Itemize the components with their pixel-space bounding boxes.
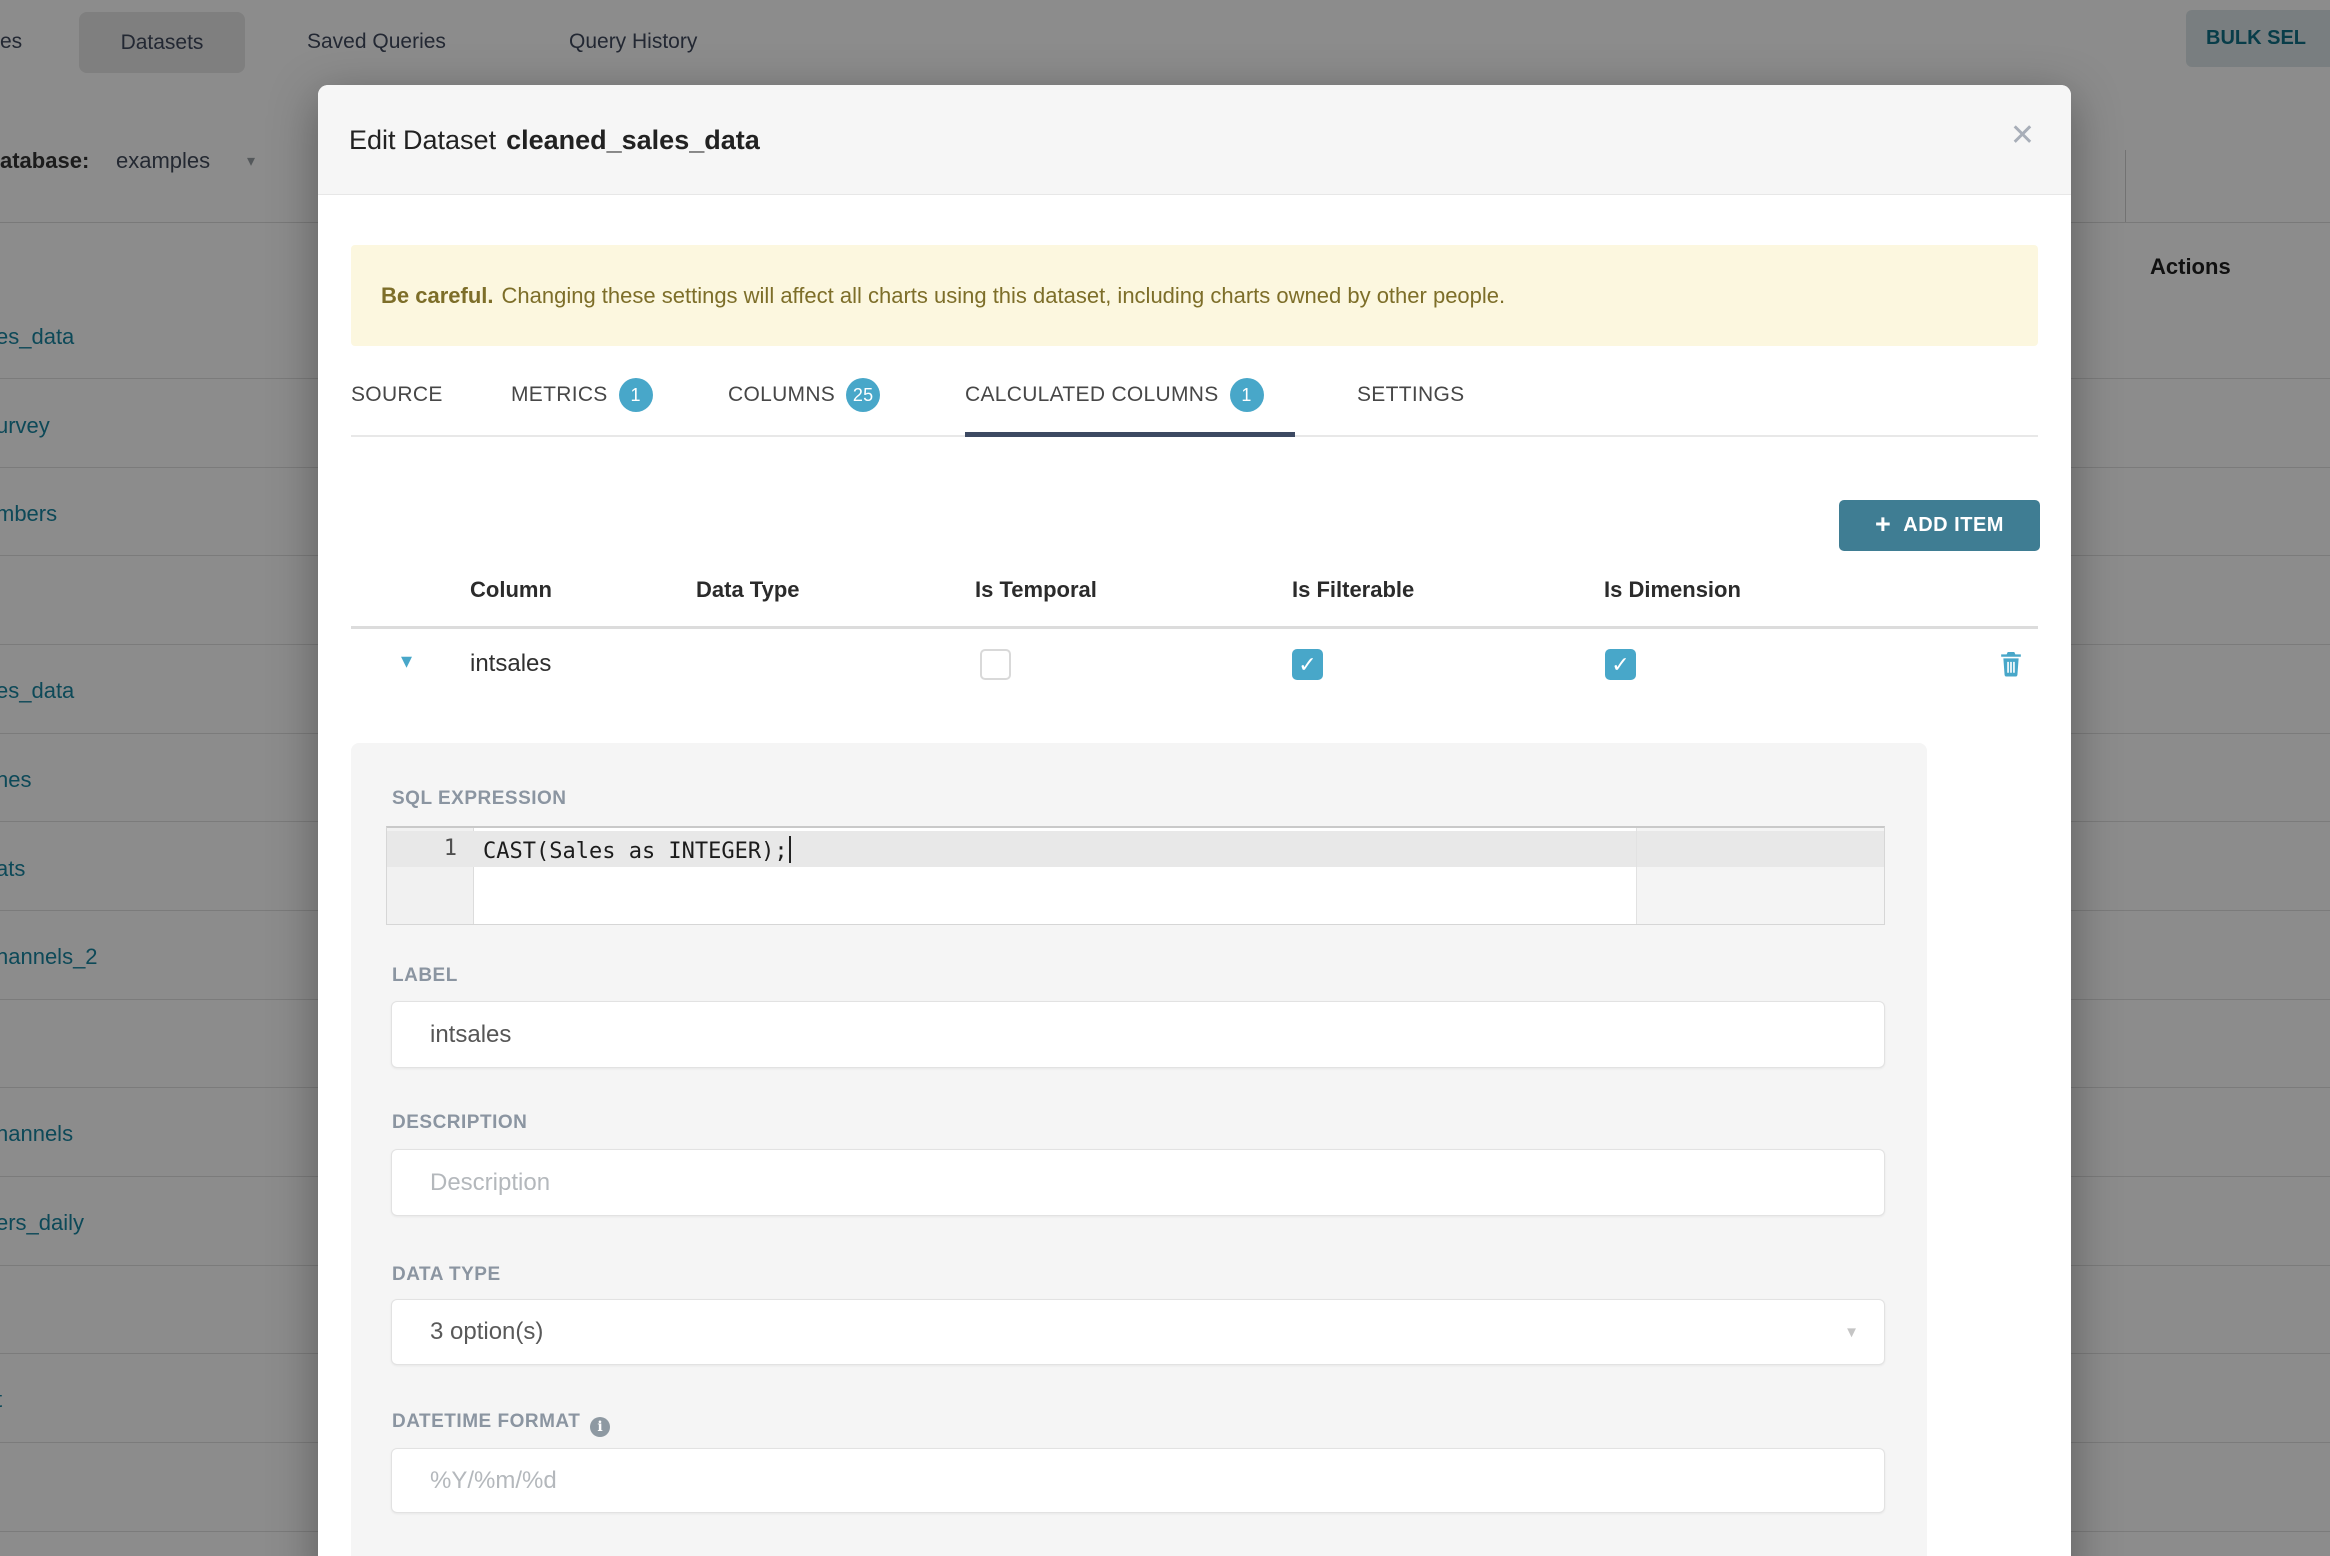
label-input[interactable] bbox=[391, 1001, 1885, 1068]
tab-source[interactable]: SOURCE bbox=[351, 355, 443, 435]
modal-title-dataset-name: cleaned_sales_data bbox=[506, 124, 760, 155]
header-is-dimension: Is Dimension bbox=[1604, 577, 1741, 602]
warning-text: Changing these settings will affect all … bbox=[501, 282, 1506, 308]
is-filterable-checkbox[interactable]: ✓ bbox=[1292, 649, 1323, 680]
data-type-section-label: DATA TYPE bbox=[392, 1264, 501, 1285]
header-column: Column bbox=[470, 577, 552, 602]
data-type-select[interactable]: 3 option(s) ▼ bbox=[391, 1299, 1885, 1365]
calculated-columns-count-badge: 1 bbox=[1229, 378, 1264, 412]
description-section-label: DESCRIPTION bbox=[392, 1112, 528, 1133]
datetime-format-section-label: DATETIME FORMAT i bbox=[392, 1411, 611, 1437]
header-data-type: Data Type bbox=[696, 577, 800, 602]
columns-count-badge: 25 bbox=[846, 378, 881, 412]
modal-tabs: SOURCE METRICS 1 COLUMNS 25 CALCULATED C… bbox=[351, 355, 2038, 437]
sql-expression-editor[interactable]: 1 CAST(Sales as INTEGER); bbox=[386, 826, 1885, 925]
tab-calculated-columns[interactable]: CALCULATED COLUMNS 1 bbox=[965, 355, 1264, 435]
column-name: intsales bbox=[470, 650, 552, 677]
active-tab-underline bbox=[965, 432, 1295, 437]
header-is-temporal: Is Temporal bbox=[975, 577, 1097, 602]
label-section-label: LABEL bbox=[392, 965, 458, 986]
table-row: ▾ intsales ✓ ✓ bbox=[351, 632, 2038, 700]
close-icon[interactable]: ✕ bbox=[2010, 121, 2035, 151]
modal-header: Edit Dataset cleaned_sales_data ✕ bbox=[318, 85, 2071, 195]
add-item-button[interactable]: + ADD ITEM bbox=[1839, 500, 2040, 551]
edit-dataset-modal: Edit Dataset cleaned_sales_data ✕ Be car… bbox=[318, 85, 2071, 1556]
is-temporal-checkbox[interactable] bbox=[980, 649, 1011, 680]
tab-metrics[interactable]: METRICS 1 bbox=[511, 355, 653, 435]
warning-banner: Be careful. Changing these settings will… bbox=[351, 245, 2038, 346]
header-is-filterable: Is Filterable bbox=[1292, 577, 1415, 602]
sql-code-line: CAST(Sales as INTEGER); bbox=[483, 836, 791, 864]
calculated-columns-table-header: Column Data Type Is Temporal Is Filterab… bbox=[351, 565, 2038, 620]
sql-expression-label: SQL EXPRESSION bbox=[392, 788, 567, 809]
collapse-caret-icon[interactable]: ▾ bbox=[401, 650, 412, 672]
tab-settings[interactable]: SETTINGS bbox=[1357, 355, 1464, 435]
warning-bold-text: Be careful. bbox=[381, 282, 494, 308]
modal-title-prefix: Edit Dataset bbox=[349, 124, 497, 155]
editor-line-number: 1 bbox=[443, 836, 457, 861]
screen: es Datasets Saved Queries Query History … bbox=[0, 0, 2330, 1556]
datetime-format-input[interactable] bbox=[391, 1448, 1885, 1513]
calculated-column-detail-panel: SQL EXPRESSION 1 CAST(Sales as INTEGER);… bbox=[351, 743, 1927, 1556]
is-dimension-checkbox[interactable]: ✓ bbox=[1605, 649, 1636, 680]
delete-icon[interactable] bbox=[1999, 650, 2023, 678]
text-cursor bbox=[788, 836, 791, 863]
info-icon[interactable]: i bbox=[590, 1417, 611, 1437]
plus-icon: + bbox=[1875, 508, 1892, 539]
metrics-count-badge: 1 bbox=[618, 378, 653, 412]
table-header-rule bbox=[351, 626, 2038, 629]
select-caret-icon: ▼ bbox=[1844, 1324, 1859, 1341]
editor-print-margin-line bbox=[1636, 828, 1637, 924]
modal-title: Edit Dataset cleaned_sales_data bbox=[349, 85, 760, 195]
tab-columns[interactable]: COLUMNS 25 bbox=[728, 355, 881, 435]
description-input[interactable] bbox=[391, 1149, 1885, 1216]
data-type-selected-value: 3 option(s) bbox=[430, 1318, 544, 1345]
